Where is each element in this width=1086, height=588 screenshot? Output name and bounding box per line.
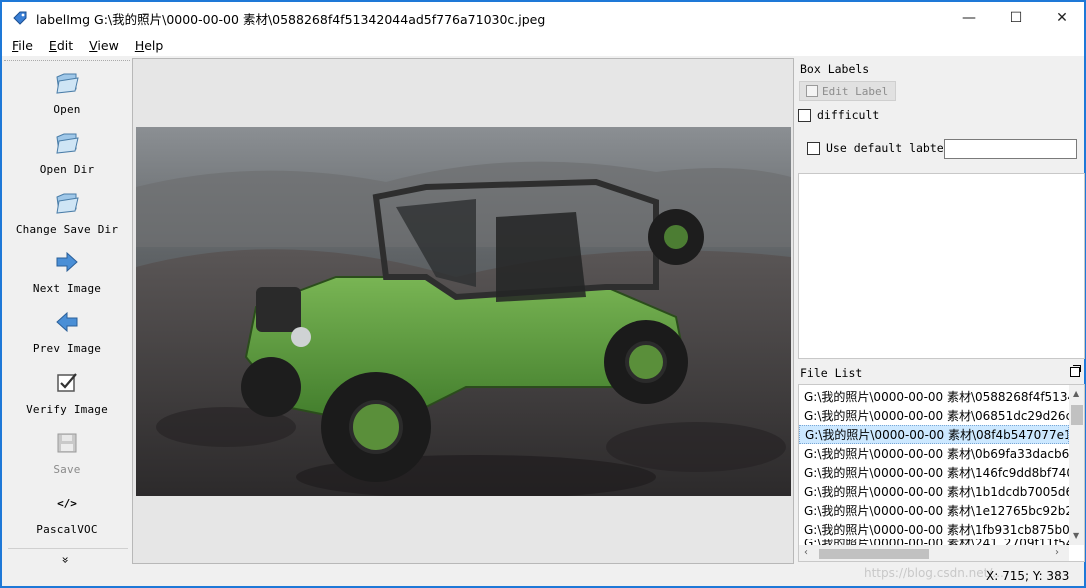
chevron-down-icon[interactable]: » <box>59 556 73 563</box>
checkbox-icon <box>53 369 81 397</box>
menu-edit[interactable]: Edit <box>49 38 73 53</box>
checkbox-icon[interactable] <box>807 141 820 155</box>
vertical-scrollbar[interactable]: ▲ ▼ <box>1069 385 1084 545</box>
list-item[interactable]: G:\我的照片\0000-00-00 素材\0b69fa33dacb6f <box>799 444 1069 463</box>
tag-icon <box>13 11 27 25</box>
edit-label-button[interactable]: Edit Label <box>799 81 896 101</box>
toolbar: Open Open Dir Change Save Dir Next Image… <box>4 60 130 566</box>
title-bar: labelImg G:\我的照片\0000-00-00 素材\0588268f4… <box>2 2 1084 34</box>
toolbar-separator <box>8 548 128 549</box>
verify-image-label: Verify Image <box>26 403 108 416</box>
float-dock-icon[interactable] <box>1070 365 1081 377</box>
use-default-label-checkbox[interactable]: Use default labtel <box>807 141 951 155</box>
next-image-label: Next Image <box>32 282 102 295</box>
checkbox-icon[interactable] <box>798 108 811 122</box>
folder-icon <box>53 129 81 157</box>
default-label-input[interactable] <box>944 139 1077 159</box>
scroll-up-icon[interactable]: ▲ <box>1073 389 1079 398</box>
prev-image-button[interactable]: Prev Image <box>4 308 130 355</box>
file-list[interactable]: G:\我的照片\0000-00-00 素材\0588268f4f51342 G:… <box>798 384 1085 562</box>
list-item[interactable]: G:\我的照片\0000-00-00 素材\1b1dcdb7005d6 <box>799 482 1069 501</box>
list-item[interactable]: G:\我的照片\0000-00-00 素材\1fb931cb875b02 <box>799 520 1069 539</box>
folder-icon <box>53 189 81 217</box>
horizontal-scrollbar[interactable]: ‹ › <box>799 545 1069 561</box>
list-item-selected[interactable]: G:\我的照片\0000-00-00 素材\08f4b547077e1f <box>799 425 1069 444</box>
window-title: labelImg G:\我的照片\0000-00-00 素材\0588268f4… <box>36 11 546 27</box>
verify-image-button[interactable]: Verify Image <box>4 369 130 416</box>
scroll-left-icon[interactable]: ‹ <box>804 547 808 558</box>
arrow-right-icon <box>53 248 81 276</box>
scroll-thumb[interactable] <box>1071 405 1083 425</box>
pencil-icon <box>806 85 818 97</box>
change-save-dir-label: Change Save Dir <box>15 223 119 236</box>
menu-bar: File Edit View Help <box>2 34 1084 56</box>
list-item[interactable]: G:\我的照片\0000-00-00 素材\06851dc29d26c3 <box>799 406 1069 425</box>
box-labels-title: Box Labels <box>800 62 870 76</box>
scroll-down-icon[interactable]: ▼ <box>1073 531 1079 540</box>
pascalvoc-label: PascalVOC <box>36 523 98 536</box>
open-label: Open <box>53 103 81 116</box>
watermark: https://blog.csdn.net/... <box>864 566 1004 580</box>
close-button[interactable]: ✕ <box>1039 2 1085 34</box>
difficult-checkbox[interactable]: difficult <box>798 108 879 122</box>
use-default-label-text: Use default labtel <box>826 141 951 155</box>
menu-help[interactable]: Help <box>135 38 164 53</box>
jeep-photo[interactable] <box>136 127 791 496</box>
save-label: Save <box>53 463 81 476</box>
minimize-button[interactable]: — <box>946 2 992 34</box>
maximize-icon: ☐ <box>1009 10 1023 26</box>
pascalvoc-button[interactable]: </> PascalVOC <box>4 489 130 537</box>
scroll-thumb[interactable] <box>819 549 929 559</box>
cursor-coordinates: X: 715; Y: 383 <box>986 569 1070 583</box>
open-dir-button[interactable]: Open Dir <box>4 129 130 176</box>
folder-icon <box>53 69 81 97</box>
difficult-label: difficult <box>817 108 880 122</box>
scroll-right-icon[interactable]: › <box>1055 547 1059 558</box>
prev-image-label: Prev Image <box>32 342 102 355</box>
list-item[interactable]: G:\我的照片\0000-00-00 素材\0588268f4f51342 <box>799 387 1069 406</box>
list-item[interactable]: G:\我的照片\0000-00-00 素材\146fc9dd8bf740 <box>799 463 1069 482</box>
floppy-icon <box>53 429 81 457</box>
edit-label-text: Edit Label <box>822 84 889 98</box>
save-button[interactable]: Save <box>4 429 130 476</box>
maximize-button[interactable]: ☐ <box>993 2 1039 34</box>
open-dir-label: Open Dir <box>39 163 95 176</box>
menu-view[interactable]: View <box>89 38 119 53</box>
arrow-left-icon <box>53 308 81 336</box>
change-save-dir-button[interactable]: Change Save Dir <box>4 189 130 236</box>
app-window: labelImg G:\我的照片\0000-00-00 素材\0588268f4… <box>0 0 1086 588</box>
file-list-title: File List <box>800 366 863 380</box>
list-item[interactable]: G:\我的照片\0000-00-00 素材\1e12765bc92b2 <box>799 501 1069 520</box>
image-canvas[interactable] <box>132 58 794 564</box>
label-list[interactable] <box>798 173 1085 359</box>
menu-file[interactable]: File <box>12 38 33 53</box>
open-button[interactable]: Open <box>4 69 130 116</box>
code-icon: </> <box>57 496 77 510</box>
next-image-button[interactable]: Next Image <box>4 248 130 295</box>
close-icon: ✕ <box>1056 10 1068 26</box>
minimize-icon: — <box>962 10 976 26</box>
